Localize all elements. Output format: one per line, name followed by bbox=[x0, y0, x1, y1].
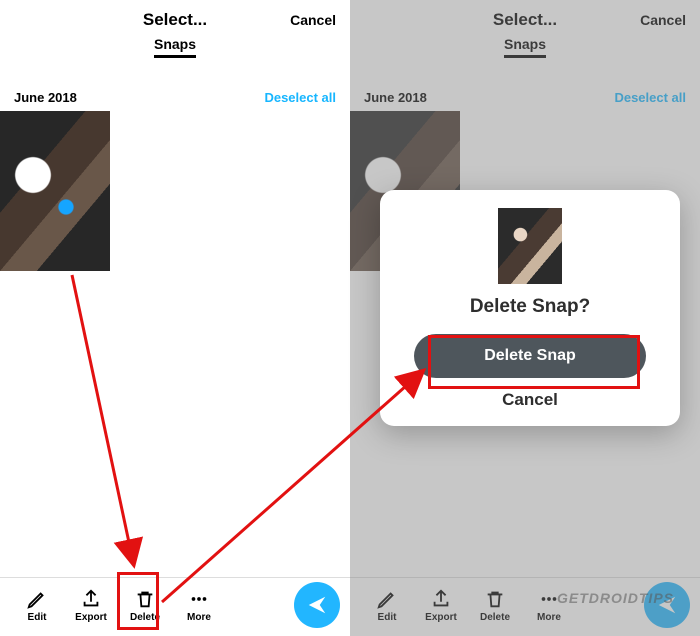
dialog-title: Delete Snap? bbox=[398, 296, 662, 318]
edit-label: Edit bbox=[378, 612, 397, 623]
delete-button[interactable]: Delete bbox=[468, 588, 522, 623]
section-header: June 2018 Deselect all bbox=[0, 64, 350, 111]
watermark: GETDROIDTIPS bbox=[557, 590, 674, 606]
export-icon bbox=[80, 588, 102, 610]
send-icon bbox=[306, 594, 328, 616]
snap-thumbnail[interactable] bbox=[0, 111, 110, 271]
cancel-button[interactable]: Cancel bbox=[290, 12, 336, 28]
delete-button[interactable]: Delete bbox=[118, 588, 172, 623]
tabs: Snaps bbox=[14, 36, 336, 58]
export-label: Export bbox=[75, 612, 107, 623]
screen-confirm-delete: Select... Cancel Snaps June 2018 Deselec… bbox=[350, 0, 700, 636]
edit-label: Edit bbox=[28, 612, 47, 623]
pencil-icon bbox=[26, 588, 48, 610]
export-label: Export bbox=[425, 612, 457, 623]
delete-label: Delete bbox=[480, 612, 510, 623]
delete-label: Delete bbox=[130, 612, 160, 623]
toolbar: Edit Export Delete More bbox=[0, 577, 350, 636]
date-label: June 2018 bbox=[14, 90, 77, 105]
dialog-cancel-button[interactable]: Cancel bbox=[398, 390, 662, 410]
export-button[interactable]: Export bbox=[64, 588, 118, 623]
header: Select... Cancel Snaps bbox=[0, 0, 350, 64]
page-title: Select... bbox=[143, 10, 207, 29]
more-label: More bbox=[537, 612, 561, 623]
deselect-all-button[interactable]: Deselect all bbox=[614, 90, 686, 105]
send-button[interactable] bbox=[294, 582, 340, 628]
screen-select: Select... Cancel Snaps June 2018 Deselec… bbox=[0, 0, 350, 636]
delete-confirm-dialog: Delete Snap? Delete Snap Cancel bbox=[380, 190, 680, 426]
tab-snaps[interactable]: Snaps bbox=[154, 36, 196, 58]
trash-icon bbox=[484, 588, 506, 610]
more-button[interactable]: More bbox=[172, 588, 226, 623]
trash-icon bbox=[134, 588, 156, 610]
more-label: More bbox=[187, 612, 211, 623]
export-icon bbox=[430, 588, 452, 610]
pencil-icon bbox=[376, 588, 398, 610]
header: Select... Cancel Snaps bbox=[350, 0, 700, 64]
delete-snap-button[interactable]: Delete Snap bbox=[414, 334, 646, 378]
edit-button[interactable]: Edit bbox=[360, 588, 414, 623]
export-button[interactable]: Export bbox=[414, 588, 468, 623]
section-header: June 2018 Deselect all bbox=[350, 64, 700, 111]
dialog-thumbnail bbox=[498, 208, 562, 284]
tabs: Snaps bbox=[364, 36, 686, 58]
date-label: June 2018 bbox=[364, 90, 427, 105]
tab-snaps[interactable]: Snaps bbox=[504, 36, 546, 58]
edit-button[interactable]: Edit bbox=[10, 588, 64, 623]
cancel-button[interactable]: Cancel bbox=[640, 12, 686, 28]
more-icon bbox=[188, 588, 210, 610]
page-title: Select... bbox=[493, 10, 557, 29]
deselect-all-button[interactable]: Deselect all bbox=[264, 90, 336, 105]
grid bbox=[0, 111, 350, 577]
toolbar: Edit Export Delete More bbox=[350, 577, 700, 636]
